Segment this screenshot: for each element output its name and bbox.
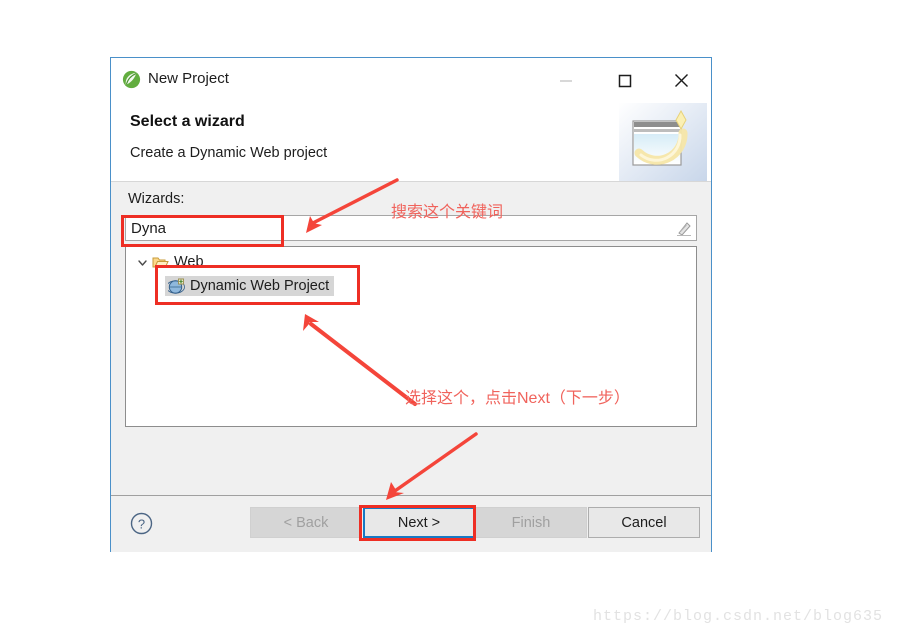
annotation-text-select: 选择这个，点击Next（下一步） (405, 390, 630, 407)
resize-grip-icon (675, 220, 693, 237)
new-project-dialog: New Project Select a wizard Create a Dyn… (110, 57, 712, 552)
window-title: New Project (148, 70, 229, 87)
next-button[interactable]: Next > (363, 507, 475, 538)
wizard-body: Wizards: Dyna Web Dynamic Web Project (111, 182, 711, 495)
close-icon[interactable] (658, 58, 704, 103)
dialog-button-bar: ? < Back Next > Finish Cancel (111, 495, 711, 552)
watermark: https://blog.csdn.net/blog635 (593, 608, 884, 625)
annotation-text-search: 搜索这个关键词 (391, 204, 504, 221)
tree-item-label: Web (174, 254, 204, 270)
wizard-header: Select a wizard Create a Dynamic Web pro… (111, 103, 711, 182)
dynamic-web-project-icon (166, 278, 185, 294)
minimize-icon[interactable] (543, 58, 589, 103)
svg-text:?: ? (138, 517, 145, 532)
chevron-down-icon[interactable] (136, 256, 149, 269)
maximize-icon[interactable] (602, 58, 648, 103)
help-question-icon[interactable]: ? (130, 512, 153, 535)
tree-item-web[interactable]: Web (126, 250, 696, 274)
back-button[interactable]: < Back (250, 507, 362, 538)
title-bar: New Project (111, 58, 711, 103)
tree-item-dynamic-web-project[interactable]: Dynamic Web Project (126, 274, 696, 298)
page-description: Create a Dynamic Web project (130, 145, 328, 161)
spring-leaf-icon (122, 70, 141, 89)
cancel-button[interactable]: Cancel (588, 507, 700, 538)
folder-open-icon (152, 254, 169, 270)
tree-item-label: Dynamic Web Project (190, 278, 330, 294)
wizards-label: Wizards: (128, 191, 185, 207)
wizard-window-sparkle-icon (619, 103, 707, 181)
finish-button[interactable]: Finish (475, 507, 587, 538)
tree-item-selected-wrapper[interactable]: Dynamic Web Project (165, 276, 335, 296)
page-title: Select a wizard (130, 113, 245, 130)
